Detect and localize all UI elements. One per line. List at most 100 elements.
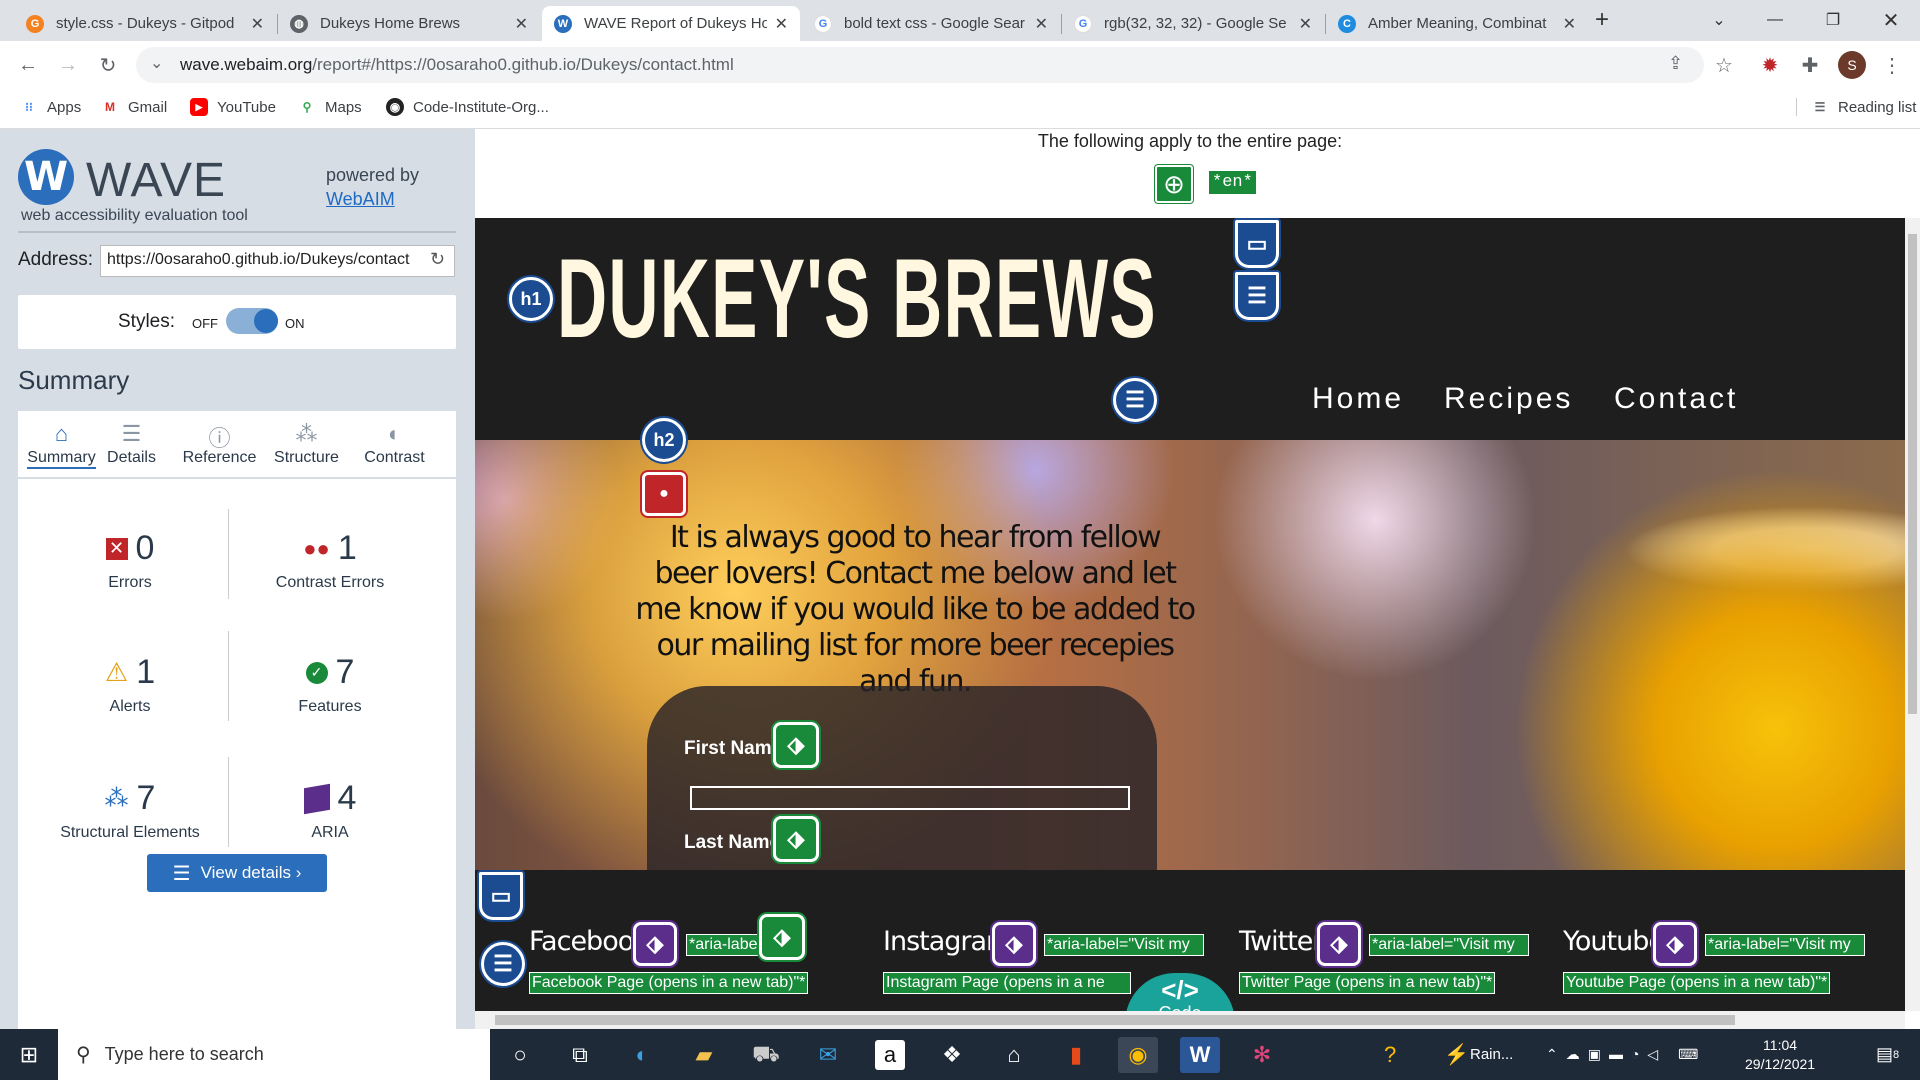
forward-arrow-icon[interactable]: → (54, 51, 82, 79)
tab-details[interactable]: ☰ Details (88, 411, 175, 477)
stat-contrast-errors[interactable]: ●● 1 Contrast Errors (230, 529, 430, 592)
cortana-icon[interactable]: ○ (500, 1037, 540, 1073)
label-tag-icon[interactable]: ⬗ (773, 816, 819, 862)
aria-tag-icon[interactable]: ⬗ (1653, 922, 1697, 966)
share-icon[interactable]: ⇪ (1668, 53, 1683, 74)
system-tray-icons[interactable]: ⌃☁▣▬◔◁ ⌨ (1546, 1029, 1706, 1080)
contrast-error-icon[interactable]: ● (642, 472, 686, 516)
store-icon[interactable]: ⛟ (746, 1037, 786, 1073)
close-icon[interactable]: ✕ (1035, 14, 1048, 34)
aria-tag-icon[interactable]: ⬗ (1317, 922, 1361, 966)
bookmark-apps[interactable]: ⁝⁝ Apps (20, 98, 81, 116)
task-view-icon[interactable]: ⧉ (560, 1037, 600, 1073)
webaim-link[interactable]: WebAIM (326, 189, 395, 210)
taskbar-search[interactable]: ⚲ Type here to search (58, 1029, 490, 1080)
file-explorer-icon[interactable]: ▰ (684, 1037, 724, 1073)
slack-icon[interactable]: ✻ (1242, 1037, 1282, 1073)
tab-strip: G style.css - Dukeys - Gitpod ✕ ◍ Dukeys… (0, 0, 1920, 41)
profile-avatar[interactable]: S (1838, 51, 1866, 79)
chrome-icon[interactable]: ◉ (1118, 1037, 1158, 1073)
nav-home[interactable]: Home (1312, 382, 1404, 416)
windows-start-icon[interactable]: ⊞ (0, 1029, 58, 1080)
weather-label[interactable]: Rain... (1470, 1029, 1513, 1080)
clock[interactable]: 11:04 29/12/2021 (1745, 1029, 1815, 1080)
site-info-chevron-icon[interactable]: ⌄ (150, 53, 163, 73)
mail-icon[interactable]: ✉ (808, 1037, 848, 1073)
nav-contact[interactable]: Contact (1614, 382, 1738, 416)
wave-address-input[interactable]: https://0osaraho0.github.io/Dukeys/conta… (100, 245, 455, 277)
h1-icon[interactable]: h1 (509, 277, 553, 321)
navigation-region-icon[interactable]: ☰ (1235, 272, 1279, 320)
bookmark-youtube[interactable]: ▶ YouTube (190, 98, 276, 116)
stat-aria[interactable]: 4 ARIA (230, 779, 430, 842)
first-name-input[interactable] (690, 786, 1130, 810)
close-window-button[interactable]: ✕ (1862, 0, 1920, 40)
social-twitter[interactable]: Twitter (1239, 926, 1323, 957)
close-icon[interactable]: ✕ (775, 14, 788, 34)
view-details-button[interactable]: ☰ View details › (147, 854, 327, 892)
reload-icon[interactable]: ↻ (430, 249, 445, 270)
close-icon[interactable]: ✕ (515, 14, 528, 34)
wave-extension-icon[interactable]: ✹ (1756, 51, 1784, 79)
horizontal-scrollbar[interactable] (475, 1011, 1905, 1029)
tab-label: Reference (182, 449, 257, 466)
bookmark-code-institute[interactable]: ◉ Code-Institute-Org... (386, 98, 549, 116)
stat-alerts[interactable]: ⚠ 1 Alerts (30, 653, 230, 716)
bookmark-star-icon[interactable]: ☆ (1710, 51, 1738, 79)
reading-list[interactable]: ☰ Reading list (1796, 98, 1916, 116)
bookmark-label: Maps (325, 98, 362, 116)
list-structure-icon[interactable]: ☰ (481, 942, 525, 986)
header-region-icon[interactable]: ▭ (1235, 220, 1279, 268)
extensions-puzzle-icon[interactable]: ✚ (1796, 51, 1824, 79)
minimize-button[interactable]: — (1746, 0, 1804, 40)
tab-structure[interactable]: ⁂ Structure (263, 411, 350, 477)
app-icon[interactable]: ⌂ (994, 1037, 1034, 1073)
office-icon[interactable]: ▮ (1056, 1037, 1096, 1073)
stat-features[interactable]: ✓ 7 Features (230, 653, 430, 716)
tab-amber[interactable]: C Amber Meaning, Combinat ✕ (1326, 6, 1588, 41)
bookmark-maps[interactable]: ⚲ Maps (298, 98, 362, 116)
close-icon[interactable]: ✕ (1299, 14, 1312, 34)
social-youtube[interactable]: Youtube (1563, 926, 1665, 957)
label-tag-icon[interactable]: ⬗ (759, 914, 805, 960)
tab-google-bold[interactable]: G bold text css - Google Sear ✕ (802, 6, 1060, 41)
tab-reference[interactable]: ⓘ Reference (176, 411, 263, 477)
tab-wave-report[interactable]: W WAVE Report of Dukeys Ho ✕ (542, 6, 800, 41)
maximize-button[interactable]: ❐ (1804, 0, 1862, 40)
close-icon[interactable]: ✕ (1563, 14, 1576, 34)
h2-icon[interactable]: h2 (642, 418, 686, 462)
styles-toggle[interactable] (226, 308, 278, 334)
tab-contrast[interactable]: ◐ Contrast (351, 411, 438, 477)
notifications-icon[interactable]: ▤ 8 (1876, 1029, 1899, 1080)
dropbox-icon[interactable]: ❖ (932, 1037, 972, 1073)
scrollbar-thumb[interactable] (495, 1015, 1735, 1025)
language-globe-icon[interactable]: ⊕ (1155, 165, 1193, 203)
tab-search-chevron-icon[interactable]: ⌄ (1690, 0, 1748, 40)
new-tab-button[interactable]: + (1582, 0, 1622, 40)
social-facebook[interactable]: Facebook (529, 926, 649, 957)
back-arrow-icon[interactable]: ← (14, 51, 42, 79)
footer-region-icon[interactable]: ▭ (479, 872, 523, 920)
edge-icon[interactable]: ◐ (622, 1037, 662, 1073)
menu-kebab-icon[interactable]: ⋮ (1878, 51, 1906, 79)
tab-gitpod[interactable]: G style.css - Dukeys - Gitpod ✕ (14, 6, 276, 41)
scrollbar-thumb[interactable] (1908, 234, 1917, 714)
tab-dukeys-home[interactable]: ◍ Dukeys Home Brews ✕ (278, 6, 540, 41)
list-structure-icon[interactable]: ☰ (1113, 378, 1157, 422)
aria-tag-icon[interactable]: ⬗ (633, 922, 677, 966)
vertical-scrollbar[interactable] (1905, 218, 1920, 1011)
tab-google-rgb[interactable]: G rgb(32, 32, 32) - Google Se ✕ (1062, 6, 1324, 41)
close-icon[interactable]: ✕ (251, 14, 264, 34)
amazon-icon[interactable]: a (875, 1040, 905, 1070)
bookmark-gmail[interactable]: M Gmail (101, 98, 167, 116)
stat-structural[interactable]: ⁂ 7 Structural Elements (30, 779, 230, 842)
word-icon[interactable]: W (1180, 1037, 1220, 1073)
stat-errors[interactable]: ✕ 0 Errors (30, 529, 230, 592)
nav-recipes[interactable]: Recipes (1444, 382, 1573, 416)
wave-logo-icon: W (18, 149, 74, 205)
help-icon[interactable]: ? (1384, 1029, 1396, 1080)
reload-icon[interactable]: ↻ (94, 51, 122, 79)
address-bar[interactable]: ⌄ wave.webaim.org/report#/https://0osara… (136, 47, 1704, 83)
label-tag-icon[interactable]: ⬗ (773, 722, 819, 768)
aria-tag-icon[interactable]: ⬗ (992, 922, 1036, 966)
